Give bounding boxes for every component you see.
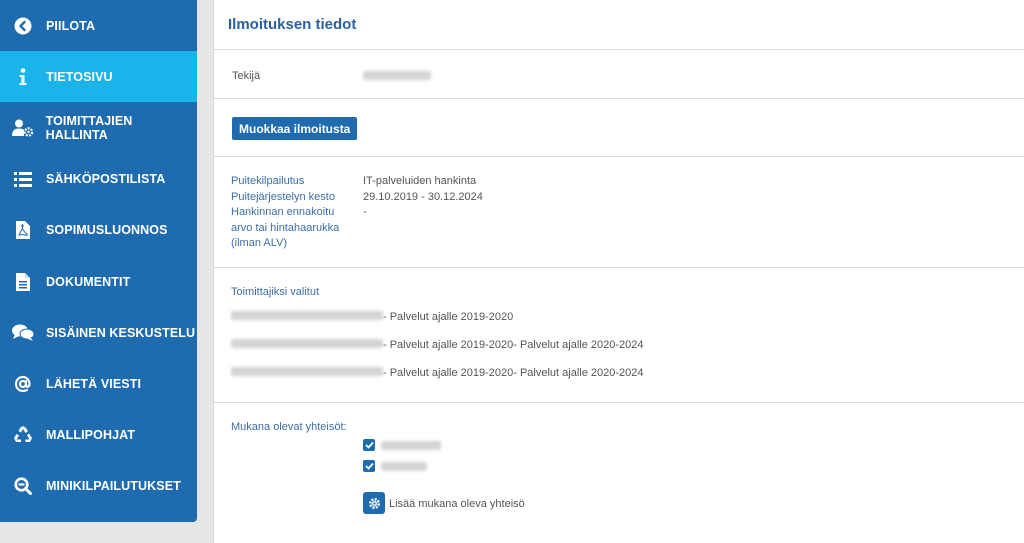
sidebar-item-tietosivu[interactable]: TIETOSIVU: [0, 51, 197, 103]
supplier-row: - Palvelut ajalle 2019-2020: [231, 307, 513, 325]
supplier-services: - Palvelut ajalle 2019-2020: [383, 311, 514, 323]
sidebar-item-piilota[interactable]: PIILOTA: [0, 0, 197, 51]
sidebar: PIILOTA TIETOSIVU TOIMITTAJIEN HALLINTA …: [0, 0, 197, 522]
sidebar-item-label: SÄHKÖPOSTILISTA: [46, 172, 166, 187]
info-icon: [0, 67, 46, 86]
sidebar-item-sisainen-keskustelu[interactable]: SISÄINEN KESKUSTELU: [0, 307, 197, 358]
chat-icon: [0, 324, 46, 342]
supplier-row: - Palvelut ajalle 2019-2020- Palvelut aj…: [231, 363, 644, 381]
duration-value: 29.10.2019 - 30.12.2024: [363, 190, 483, 203]
sidebar-item-toimittajien-hallinta[interactable]: TOIMITTAJIEN HALLINTA: [0, 102, 197, 153]
organizations-section: Mukana olevat yhteisöt: Lisää mukana ole…: [214, 403, 1024, 543]
page-title: Ilmoituksen tiedot: [228, 16, 357, 33]
supplier-services: - Palvelut ajalle 2019-2020- Palvelut aj…: [383, 339, 644, 351]
sidebar-item-label: SOPIMUSLUONNOS: [46, 223, 168, 238]
sidebar-item-laheta-viesti[interactable]: LÄHETÄ VIESTI: [0, 358, 197, 409]
estimate-label-line2: arvo tai hintahaarukka: [231, 221, 340, 234]
sidebar-item-label: MINIKILPAILUTUKSET: [46, 479, 181, 494]
info-values: IT-palveluiden hankinta 29.10.2019 - 30.…: [363, 174, 483, 221]
sidebar-item-sahkopostilista[interactable]: SÄHKÖPOSTILISTA: [0, 154, 197, 205]
sidebar-item-sopimusluonnos[interactable]: SOPIMUSLUONNOS: [0, 205, 197, 256]
organization-checkbox[interactable]: [363, 439, 375, 451]
add-organization-label[interactable]: Lisää mukana oleva yhteisö: [389, 498, 525, 510]
at-sign-icon: [0, 375, 46, 393]
estimate-label-line1: Hankinnan ennakoitu: [231, 206, 335, 218]
chevron-left-circle-icon: [0, 17, 46, 35]
pdf-file-icon: [0, 221, 46, 240]
sidebar-item-label: DOKUMENTIT: [46, 274, 131, 289]
checkmark-icon: [364, 462, 374, 470]
estimate-label-line3: (ilman ALV): [231, 237, 288, 249]
gear-icon: [368, 497, 380, 509]
recycle-icon: [0, 426, 46, 444]
suppliers-heading: Toimittajiksi valitut: [231, 286, 320, 298]
tender-value: IT-palveluiden hankinta: [363, 175, 477, 187]
estimate-value: -: [363, 206, 367, 218]
main-content: Ilmoituksen tiedot Tekijä Muokkaa ilmoit…: [213, 0, 1024, 543]
user-gear-icon: [0, 119, 46, 137]
add-organization-button[interactable]: [363, 492, 385, 514]
supplier-name-redacted: [231, 311, 383, 321]
sidebar-item-label: TOIMITTAJIEN HALLINTA: [45, 113, 133, 142]
organizations-heading: Mukana olevat yhteisöt:: [231, 421, 347, 433]
sidebar-item-label: PIILOTA: [46, 18, 96, 33]
author-name-redacted: [363, 71, 431, 80]
info-labels: Puitekilpailutus Puitejärjestelyn kesto …: [231, 174, 339, 252]
author-label: Tekijä: [232, 70, 261, 82]
document-icon: [0, 272, 46, 291]
supplier-row: - Palvelut ajalle 2019-2020- Palvelut aj…: [231, 335, 644, 353]
supplier-name-redacted: [231, 339, 383, 349]
sidebar-item-label: TIETOSIVU: [46, 69, 113, 84]
sidebar-item-dokumentit[interactable]: DOKUMENTIT: [0, 256, 197, 307]
list-icon: [0, 171, 46, 187]
supplier-services: - Palvelut ajalle 2019-2020- Palvelut aj…: [383, 367, 644, 379]
duration-label: Puitejärjestelyn kesto: [231, 190, 335, 203]
suppliers-section: Toimittajiksi valitut - Palvelut ajalle …: [214, 268, 1024, 403]
sidebar-item-label: LÄHETÄ VIESTI: [46, 376, 142, 391]
title-section: Ilmoituksen tiedot: [214, 0, 1024, 50]
checkmark-icon: [364, 441, 374, 449]
sidebar-item-mallipohjat[interactable]: MALLIPOHJAT: [0, 410, 197, 461]
organization-name-redacted: [381, 441, 441, 450]
sidebar-item-minikilpailutukset[interactable]: MINIKILPAILUTUKSET: [0, 461, 197, 512]
info-section: Puitekilpailutus Puitejärjestelyn kesto …: [214, 157, 1024, 268]
author-section: Tekijä: [214, 50, 1024, 99]
sidebar-item-label: SISÄINEN KESKUSTELU: [46, 325, 196, 340]
edit-announcement-button[interactable]: Muokkaa ilmoitusta: [232, 117, 358, 140]
supplier-name-redacted: [231, 367, 383, 377]
tender-label: Puitekilpailutus: [231, 175, 305, 187]
organization-name-redacted: [381, 462, 427, 471]
zoom-out-icon: [0, 477, 46, 496]
sidebar-item-label: MALLIPOHJAT: [46, 428, 136, 443]
edit-section: Muokkaa ilmoitusta: [214, 99, 1024, 157]
organization-checkbox[interactable]: [363, 460, 375, 472]
